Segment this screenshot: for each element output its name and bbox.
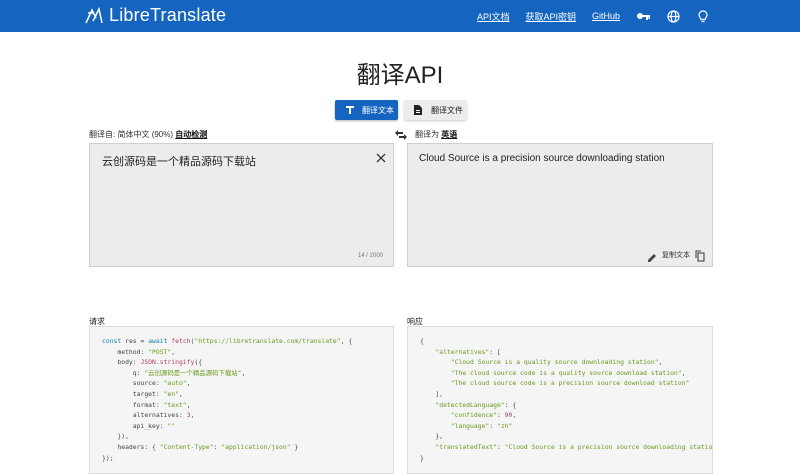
pencil-icon[interactable] xyxy=(647,250,657,262)
close-icon[interactable] xyxy=(376,150,386,163)
translate-file-button[interactable]: 翻译文件 xyxy=(404,100,467,120)
response-translated-text: "Cloud Source is a precision source down… xyxy=(504,442,713,451)
brand-name: LibreTranslate xyxy=(109,5,227,25)
source-language-label: 翻译自: 简体中文 (90%) 自动检测 xyxy=(89,129,207,140)
translate-text-button[interactable]: 翻译文本 xyxy=(335,100,398,120)
copy-icon[interactable] xyxy=(695,249,705,262)
globe-icon[interactable] xyxy=(666,9,680,23)
libretranslate-logo-icon xyxy=(84,6,104,26)
translated-text: Cloud Source is a precision source downl… xyxy=(419,153,665,164)
request-source: "auto" xyxy=(163,379,187,388)
swap-languages-icon[interactable] xyxy=(395,127,407,140)
request-url: "https://libretranslate.com/translate" xyxy=(194,337,341,345)
target-label-prefix: 翻译为 xyxy=(415,130,439,139)
copy-text-button[interactable]: 复制文本 xyxy=(662,250,690,260)
detected-language: 简体中文 (90%) xyxy=(117,130,174,139)
request-api-key: "" xyxy=(167,421,176,430)
source-label-prefix: 翻译自: xyxy=(89,130,116,139)
key-icon[interactable] xyxy=(636,9,650,23)
nav-link-get-api-key[interactable]: 获取API密钥 xyxy=(525,10,576,23)
request-code-block: const res = await fetch("https://libretr… xyxy=(89,326,394,474)
response-alternative: "The cloud source code is a quality sour… xyxy=(450,368,682,377)
nav-links: API文档 获取API密钥 GitHub xyxy=(477,0,800,32)
target-language-select[interactable]: 英语 xyxy=(441,130,457,139)
target-language-label: 翻译为 英语 xyxy=(415,129,457,140)
source-language-select[interactable]: 自动检测 xyxy=(175,130,207,139)
file-icon xyxy=(414,105,424,115)
nav-link-api-docs[interactable]: API文档 xyxy=(477,10,510,23)
translate-file-label: 翻译文件 xyxy=(431,105,463,115)
char-count: 14 / 2000 xyxy=(357,253,383,259)
nav-link-github[interactable]: GitHub xyxy=(592,11,620,21)
request-target: "en" xyxy=(163,389,179,398)
request-format: "text" xyxy=(163,400,187,409)
top-navbar: LibreTranslate API文档 获取API密钥 GitHub xyxy=(0,0,800,32)
source-text-area[interactable]: 云创源码是一个精品源码下载站 14 / 2000 xyxy=(89,143,394,267)
text-format-icon xyxy=(345,105,355,115)
translate-text-label: 翻译文本 xyxy=(362,105,394,115)
source-text[interactable]: 云创源码是一个精品源码下载站 xyxy=(102,153,256,169)
response-language: "zh" xyxy=(496,421,513,430)
response-confidence: 90 xyxy=(504,411,513,420)
request-q: "云创源码是一个精品源码下载站" xyxy=(144,368,242,377)
response-alternative: "The cloud source code is a precision so… xyxy=(450,379,690,388)
request-method: "POST" xyxy=(148,347,172,356)
request-content-type: "application/json" xyxy=(221,442,291,451)
request-alternatives: 3 xyxy=(186,411,191,420)
page-title: 翻译API xyxy=(356,62,444,89)
response-alternative: "Cloud Source is a quality source downlo… xyxy=(450,358,659,367)
brand[interactable]: LibreTranslate xyxy=(84,5,226,26)
target-text-area: Cloud Source is a precision source downl… xyxy=(407,143,713,267)
response-code-block: { "alternatives": [ "Cloud Source is a q… xyxy=(407,326,713,474)
lightbulb-icon[interactable] xyxy=(696,9,710,23)
